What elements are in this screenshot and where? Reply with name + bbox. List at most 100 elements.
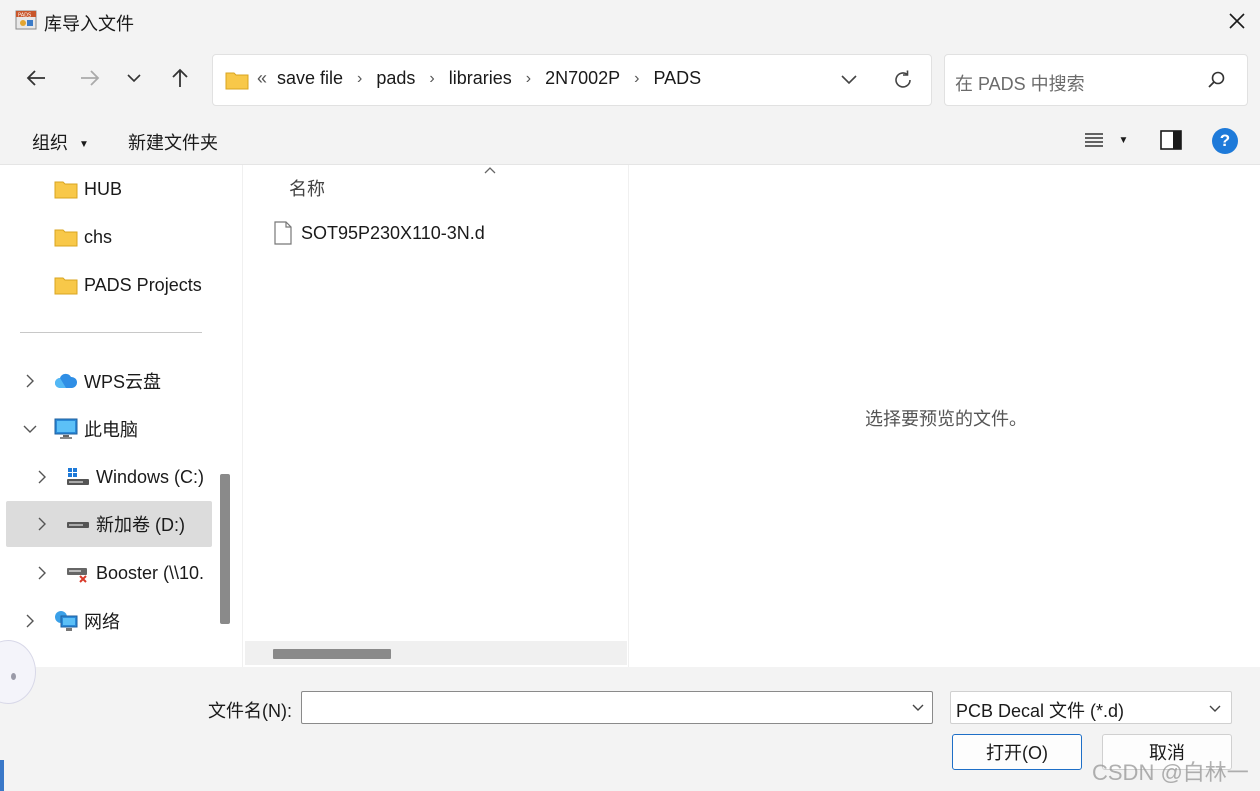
chevron-down-icon [127,74,141,83]
sidebar-item-label: WPS云盘 [84,372,162,392]
command-bar: 组织 ▼ 新建文件夹 ▼ ? [0,117,1260,165]
sort-ascending-icon[interactable] [483,165,497,175]
watermark: CSDN @白林一 [1092,760,1249,785]
search-input[interactable]: 在 PADS 中搜索 [955,70,1085,96]
sidebar-divider [20,332,202,333]
chevron-down-icon[interactable] [22,421,38,437]
preview-pane: 选择要预览的文件。 [628,165,1260,667]
chevron-down-icon[interactable] [910,699,926,715]
file-list: 名称 SOT95P230X110-3N.d [242,165,628,667]
arrow-right-icon [81,70,100,86]
sidebar-item-drive-d[interactable]: 新加卷 (D:) [6,501,212,547]
chevron-right-icon[interactable]: › [357,70,362,88]
file-icon [274,221,292,245]
search-box[interactable]: 在 PADS 中搜索 [944,54,1248,106]
chevron-down-icon [1209,705,1221,712]
sidebar-item-this-pc[interactable]: 此电脑 [6,406,212,452]
list-view-icon [1085,133,1103,147]
window-title: 库导入文件 [44,14,134,34]
filename-field[interactable] [301,691,933,724]
svg-text:PADS: PADS [18,13,31,19]
folder-icon [225,72,249,90]
windows-drive-icon [67,468,89,485]
network-drive-icon [67,568,87,583]
sidebar-item-label: HUB [84,178,123,199]
caret-down-icon: ▼ [1118,134,1129,146]
caret-down-icon: ▼ [79,138,89,150]
address-bar[interactable]: « save file › pads › libraries › 2N7002P… [212,54,932,106]
sidebar-item-label: PADS Projects [84,274,202,295]
taskbar-edge [0,760,4,791]
sidebar-item-label: 新加卷 (D:) [96,515,185,535]
pads-app-icon: PADS [15,10,37,30]
breadcrumb-overflow[interactable]: « [257,68,267,89]
folder-icon [54,277,78,295]
chevron-right-icon[interactable] [22,373,38,389]
open-button[interactable]: 打开(O) [952,734,1082,770]
sidebar-item-pads-projects[interactable]: PADS Projects [6,262,212,308]
folder-icon [54,229,78,247]
breadcrumb-item[interactable]: PADS [654,68,702,89]
sidebar-item-drive-c[interactable]: Windows (C:) [6,454,212,500]
view-options-button[interactable]: ▼ [1084,130,1128,150]
sidebar-item-hub[interactable]: HUB [6,166,212,212]
filetype-select[interactable]: PCB Decal 文件 (*.d) [950,691,1232,724]
address-history-chevron-icon[interactable] [839,69,859,89]
recent-locations-button[interactable] [120,64,148,92]
sidebar-item-wps-cloud[interactable]: WPS云盘 [6,358,212,404]
breadcrumb-item[interactable]: save file [277,68,343,89]
close-icon [1229,13,1245,29]
chevron-right-icon[interactable] [34,516,50,532]
preview-pane-icon [1160,130,1182,150]
close-button[interactable] [1214,0,1260,42]
network-icon [55,611,78,631]
new-folder-button[interactable]: 新建文件夹 [128,129,218,155]
refresh-icon[interactable] [891,68,915,92]
help-icon[interactable]: ? [1212,128,1238,154]
breadcrumb-item[interactable]: libraries [449,68,512,89]
chevron-right-icon[interactable]: › [526,70,531,88]
organize-label: 组织 [32,133,68,153]
cloud-icon [55,373,78,388]
column-header-name[interactable]: 名称 [289,175,325,201]
sidebar-item-network[interactable]: 网络 [6,598,212,644]
preview-message: 选择要预览的文件。 [865,409,1027,429]
sidebar-item-label: Windows (C:) [96,466,205,487]
organize-menu-button[interactable]: 组织 ▼ [32,129,89,155]
breadcrumb-item[interactable]: 2N7002P [545,68,620,89]
file-name: SOT95P230X110-3N.d [301,223,485,243]
filename-label: 文件名(N): [208,701,292,721]
breadcrumb-item[interactable]: pads [376,68,415,89]
arrow-left-icon [26,70,45,86]
sidebar-item-network-drive[interactable]: Booster (\\10. [6,550,212,596]
file-row[interactable]: SOT95P230X110-3N.d [263,217,603,249]
dialog-footer: 文件名(N): PCB Decal 文件 (*.d) 打开(O) 取消 CSDN… [0,667,1260,791]
navigation-pane: HUB chs PADS Projects WPS云盘 此电脑 Windows … [0,165,232,667]
folder-icon [54,181,78,199]
arrow-up-icon [172,68,188,87]
navigation-bar: « save file › pads › libraries › 2N7002P… [0,42,1260,117]
back-button[interactable] [22,64,50,92]
sidebar-item-label: Booster (\\10. [96,562,205,583]
filetype-value: PCB Decal 文件 (*.d) [956,701,1125,721]
computer-icon [54,418,78,439]
sidebar-item-label: 网络 [84,612,120,632]
breadcrumb: save file › pads › libraries › 2N7002P ›… [277,68,701,89]
sidebar-item-label: 此电脑 [84,420,138,440]
title-bar: PADS 库导入文件 [0,0,1260,42]
chevron-right-icon[interactable]: › [429,70,434,88]
forward-button[interactable] [76,64,104,92]
chevron-right-icon[interactable]: › [634,70,639,88]
sidebar-item-chs[interactable]: chs [6,214,212,260]
chevron-right-icon[interactable] [34,469,50,485]
scrollbar-thumb[interactable] [273,649,391,659]
horizontal-scrollbar[interactable] [245,641,627,665]
preview-pane-button[interactable] [1160,130,1182,155]
chevron-right-icon[interactable] [22,613,38,629]
drive-icon [67,522,89,528]
up-button[interactable] [166,64,194,92]
search-icon[interactable] [1207,70,1227,90]
chevron-right-icon[interactable] [34,565,50,581]
sidebar-item-label: chs [84,226,113,247]
sidebar-scrollbar[interactable] [220,474,230,624]
